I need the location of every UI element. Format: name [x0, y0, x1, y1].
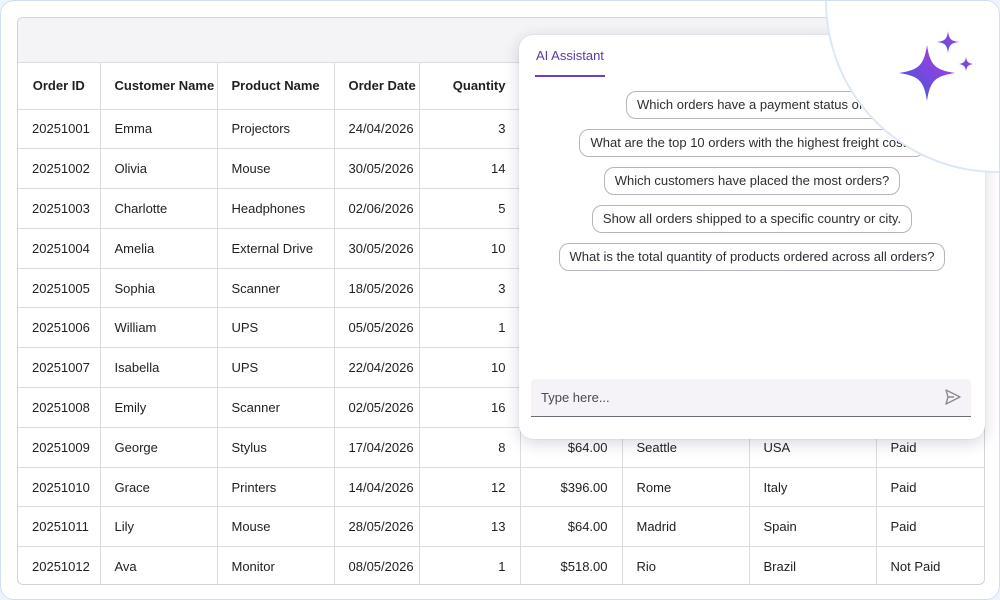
table-cell: Brazil — [749, 546, 877, 584]
table-cell: 20251004 — [18, 228, 101, 269]
table-row[interactable]: 20251011 Lily Mouse 28/05/2026 13 $64.00 Madri… — [18, 506, 984, 548]
table-cell: Rome — [622, 467, 750, 508]
column-header[interactable]: Product Name — [217, 63, 335, 110]
table-row[interactable]: 20251012 Ava Monitor 08/05/2026 1 $518.00 Rio B… — [18, 546, 984, 584]
column-header[interactable]: Order Date — [334, 63, 420, 110]
sparkle-icon[interactable] — [889, 31, 979, 111]
table-cell: Scanner — [217, 268, 335, 309]
table-cell: Madrid — [622, 506, 750, 548]
prompt-input[interactable] — [531, 379, 931, 415]
suggestion-chip[interactable]: Which customers have placed the most ord… — [603, 167, 901, 195]
table-cell: 1 — [419, 546, 521, 584]
table-cell: 8 — [419, 427, 521, 468]
table-cell: 28/05/2026 — [334, 506, 420, 548]
table-cell: 20251005 — [18, 268, 101, 309]
table-cell: 1 — [419, 307, 521, 349]
table-cell: Monitor — [217, 546, 335, 584]
table-cell: Grace — [100, 467, 218, 508]
table-cell: 14/04/2026 — [334, 467, 420, 508]
table-cell: 10 — [419, 347, 521, 389]
table-cell: Rio — [622, 546, 750, 584]
table-cell: $518.00 — [520, 546, 623, 584]
table-cell: 20251002 — [18, 148, 101, 190]
table-cell: Lily — [100, 506, 218, 548]
table-cell: $396.00 — [520, 467, 623, 508]
column-header[interactable]: Order ID — [18, 63, 101, 110]
table-cell: Spain — [749, 506, 877, 548]
table-cell: Italy — [749, 467, 877, 508]
suggestion-chip[interactable]: What are the top 10 orders with the high… — [579, 129, 925, 157]
suggestion-chip[interactable]: What is the total quantity of products o… — [558, 243, 946, 271]
table-cell: William — [100, 307, 218, 349]
send-icon[interactable] — [945, 389, 961, 405]
table-cell: 20251008 — [18, 387, 101, 428]
table-cell: 20251011 — [18, 506, 101, 548]
table-cell: 13 — [419, 506, 521, 548]
prompt-input-row — [531, 379, 971, 417]
table-cell: 20251010 — [18, 467, 101, 508]
table-cell: UPS — [217, 347, 335, 389]
table-cell: Isabella — [100, 347, 218, 389]
table-cell: 30/05/2026 — [334, 228, 420, 269]
table-cell: Not Paid — [876, 546, 984, 584]
table-cell: Stylus — [217, 427, 335, 468]
table-cell: 10 — [419, 228, 521, 269]
table-row[interactable]: 20251010 Grace Printers 14/04/2026 12 $396.00… — [18, 467, 984, 508]
table-cell: 20251006 — [18, 307, 101, 349]
table-cell: Emily — [100, 387, 218, 428]
table-cell: UPS — [217, 307, 335, 349]
table-cell: 14 — [419, 148, 521, 190]
table-cell: 05/05/2026 — [334, 307, 420, 349]
active-tab-indicator — [535, 75, 605, 77]
table-cell: 3 — [419, 109, 521, 150]
table-cell: 08/05/2026 — [334, 546, 420, 584]
column-header[interactable]: Customer Name — [100, 63, 218, 110]
table-cell: Sophia — [100, 268, 218, 309]
table-cell: Ava — [100, 546, 218, 584]
table-cell: Emma — [100, 109, 218, 150]
table-cell: External Drive — [217, 228, 335, 269]
table-cell: 20251007 — [18, 347, 101, 389]
table-cell: 30/05/2026 — [334, 148, 420, 190]
table-cell: 20251009 — [18, 427, 101, 468]
table-cell: 3 — [419, 268, 521, 309]
app-frame: Order ID Customer Name Product Name Order D… — [0, 0, 1000, 600]
table-cell: 02/06/2026 — [334, 188, 420, 229]
table-cell: 02/05/2026 — [334, 387, 420, 428]
suggestion-chip[interactable]: Show all orders shipped to a specific co… — [591, 205, 913, 233]
table-cell: 16 — [419, 387, 521, 428]
table-cell: George — [100, 427, 218, 468]
table-cell: Projectors — [217, 109, 335, 150]
table-cell: Paid — [876, 506, 984, 548]
table-cell: Charlotte — [100, 188, 218, 229]
table-cell: 20251003 — [18, 188, 101, 229]
table-cell: Mouse — [217, 506, 335, 548]
table-cell: Olivia — [100, 148, 218, 190]
table-cell: $64.00 — [520, 506, 623, 548]
tab-ai-assistant[interactable]: AI Assistant — [535, 35, 605, 77]
table-cell: Printers — [217, 467, 335, 508]
table-cell: Mouse — [217, 148, 335, 190]
table-cell: 20251001 — [18, 109, 101, 150]
column-header[interactable]: Quantity — [419, 63, 521, 110]
table-cell: Amelia — [100, 228, 218, 269]
table-cell: 17/04/2026 — [334, 427, 420, 468]
table-cell: Headphones — [217, 188, 335, 229]
table-cell: 20251012 — [18, 546, 101, 584]
table-cell: 18/05/2026 — [334, 268, 420, 309]
table-cell: Paid — [876, 467, 984, 508]
table-cell: Scanner — [217, 387, 335, 428]
table-cell: 22/04/2026 — [334, 347, 420, 389]
table-cell: 5 — [419, 188, 521, 229]
table-cell: 12 — [419, 467, 521, 508]
table-cell: 24/04/2026 — [334, 109, 420, 150]
